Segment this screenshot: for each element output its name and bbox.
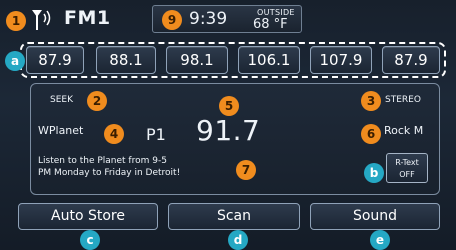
current-preset-number: P1 — [146, 125, 166, 144]
seek-indicator: SEEK — [50, 95, 73, 105]
radio-screen: FM1 9:39 OUTSIDE 68 °F 87.9 88.1 98.1 10… — [0, 0, 456, 250]
preset-button-5[interactable]: 107.9 — [310, 46, 372, 74]
preset-button-2[interactable]: 88.1 — [96, 46, 156, 74]
station-name: WPlanet — [38, 124, 84, 137]
preset-button-4[interactable]: 106.1 — [238, 46, 300, 74]
status-bar: FM1 9:39 OUTSIDE 68 °F — [0, 0, 456, 38]
sound-button[interactable]: Sound — [310, 203, 440, 230]
radio-text-line-1: Listen to the Planet from 9-5 — [38, 156, 167, 166]
callout-marker-b: b — [364, 163, 384, 183]
callout-marker-3: 3 — [361, 91, 381, 111]
callout-marker-1: 1 — [6, 11, 26, 31]
callout-marker-a: a — [5, 51, 25, 71]
scan-button[interactable]: Scan — [168, 203, 300, 230]
rtext-button-label: R-Text — [395, 158, 419, 167]
rtext-button-state: OFF — [399, 170, 415, 179]
callout-marker-4: 4 — [104, 124, 124, 144]
program-genre: Rock M — [384, 124, 424, 137]
outside-temperature: 68 °F — [253, 17, 288, 32]
radio-text-line-2: PM Monday to Friday in Detroit! — [38, 168, 181, 178]
preset-button-1[interactable]: 87.9 — [26, 46, 84, 74]
rtext-toggle-button[interactable]: R-Text OFF — [386, 153, 428, 183]
outside-label: OUTSIDE — [257, 8, 295, 17]
callout-marker-9: 9 — [162, 10, 182, 30]
callout-marker-d: d — [228, 230, 248, 250]
callout-marker-7: 7 — [236, 160, 256, 180]
antenna-signal-icon — [32, 10, 51, 30]
stereo-indicator: STEREO — [385, 95, 421, 105]
callout-marker-e: e — [370, 230, 390, 250]
auto-store-button[interactable]: Auto Store — [18, 203, 158, 230]
callout-marker-5: 5 — [219, 96, 239, 116]
current-frequency: 91.7 — [196, 114, 261, 147]
callout-marker-6: 6 — [361, 124, 381, 144]
preset-button-6[interactable]: 87.9 — [382, 46, 440, 74]
callout-marker-2: 2 — [87, 91, 107, 111]
clock-time: 9:39 — [189, 9, 228, 29]
preset-button-3[interactable]: 98.1 — [166, 46, 228, 74]
band-label: FM1 — [64, 7, 111, 29]
callout-marker-c: c — [80, 230, 100, 250]
